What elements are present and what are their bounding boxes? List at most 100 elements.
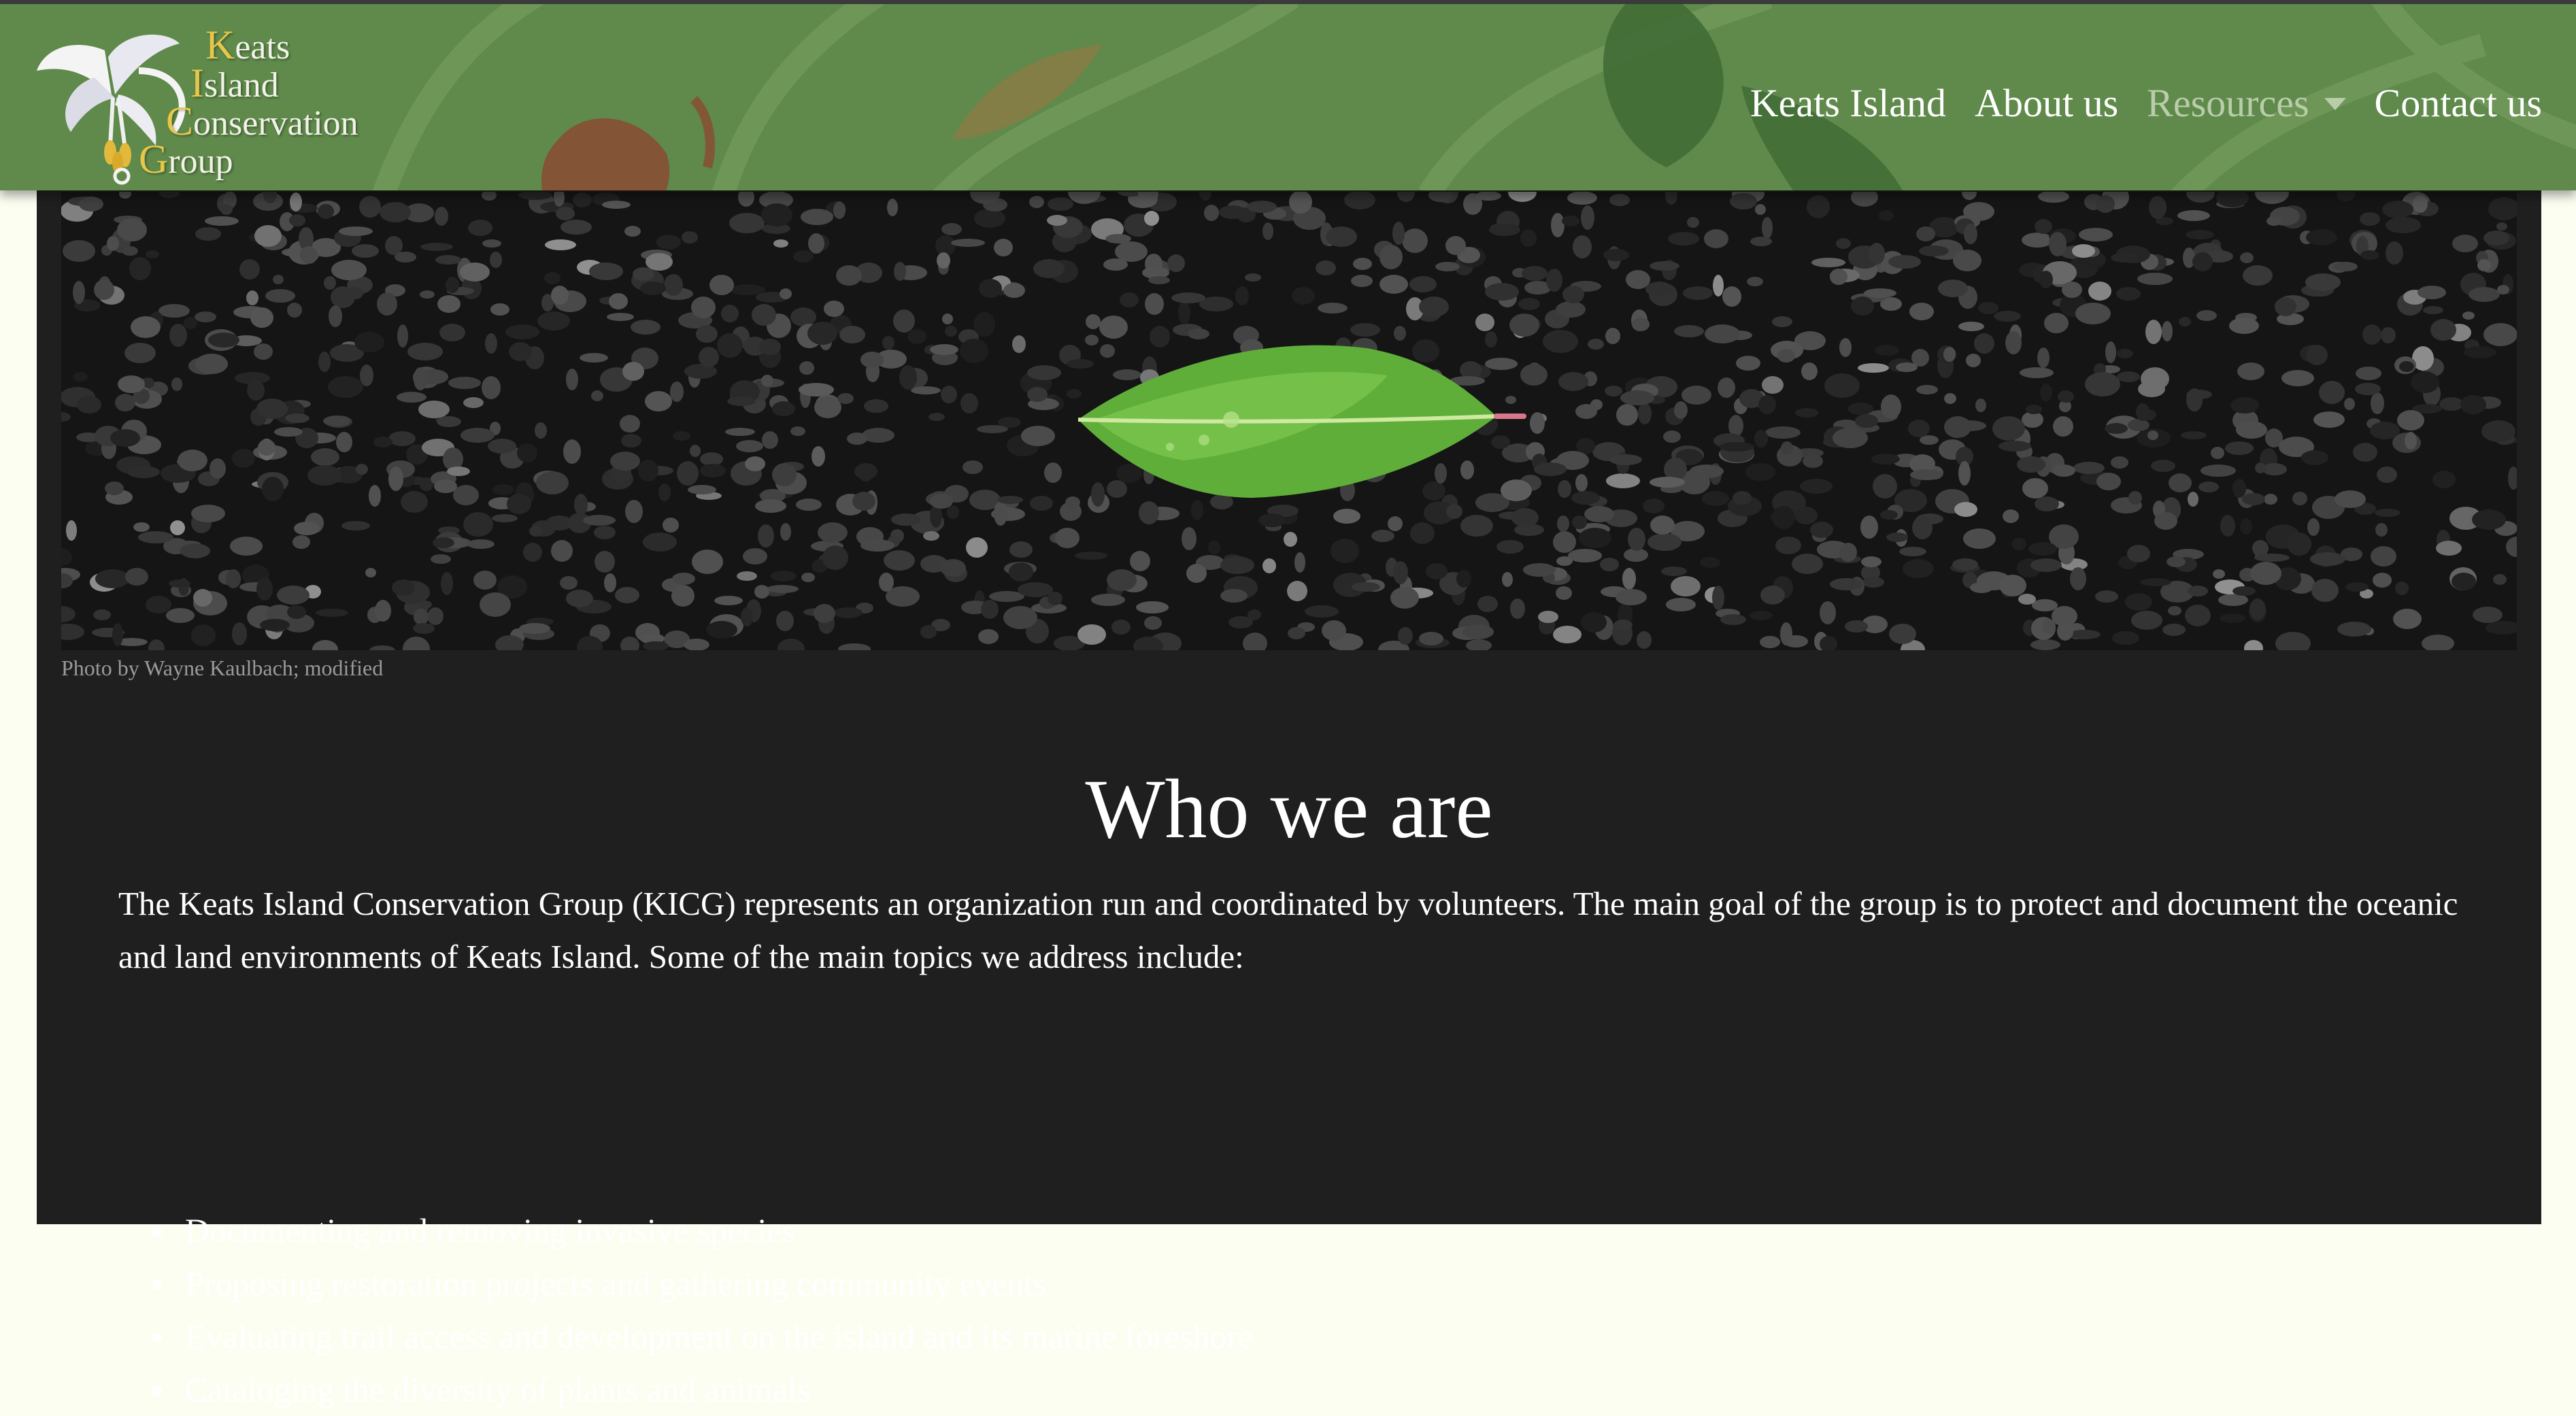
pebble [1663,431,1681,443]
pebble [727,397,756,406]
pebble [1575,404,1597,419]
pebble [2057,622,2073,641]
pebble [79,197,103,212]
pebble [2035,219,2052,234]
pebble [2117,371,2140,382]
pebble [2232,586,2256,596]
pebble [638,460,658,482]
pebble [1772,316,1792,327]
pebble [1009,562,1033,581]
pebble [2395,581,2409,595]
pebble [482,239,501,248]
pebble [205,216,239,226]
pebble [730,284,765,295]
pebble [158,304,190,318]
pebble [537,311,570,331]
pebble [1379,245,1403,269]
nav-link-about-us[interactable]: About us [1975,80,2118,126]
pebble [129,257,151,280]
pebble [1456,570,1471,588]
pebble [1736,356,1760,371]
pebble [1661,567,1687,576]
nav-dropdown-resources[interactable]: Resources [2147,80,2346,126]
pebble [1912,516,1933,539]
pebble [2249,599,2266,620]
pebble [1518,298,1540,310]
pebble [1616,404,1638,426]
pebble [1800,479,1833,494]
pebble [1650,261,1679,271]
pebble [2105,423,2128,434]
pebble [1379,275,1408,294]
list-item: Proposing restoration projects and gathe… [118,1257,2431,1310]
pebble [1637,631,1652,649]
pebble [467,539,495,549]
pebble [1352,582,1380,592]
pebble [2243,265,2273,286]
pebble [2353,443,2377,462]
pebble [1460,460,1474,479]
pebble [2370,422,2400,439]
pebble [1538,611,1558,623]
pebble [439,324,465,341]
nav-link-contact-us[interactable]: Contact us [2375,80,2542,126]
pebble [2030,639,2060,650]
pebble [434,479,457,493]
pebble [966,537,988,558]
pebble [2111,253,2138,263]
pebble [2137,273,2173,285]
pebble [1643,499,1665,513]
pebble [413,623,435,634]
pebble [1581,205,1594,230]
pebble [812,446,825,467]
pebble [1148,276,1170,284]
pebble [184,317,197,329]
pebble [1765,426,1801,439]
pebble [1896,363,1918,372]
pebble [2147,431,2158,440]
pebble [1186,564,1207,583]
pebble [2196,310,2217,321]
pebble [923,531,939,541]
pebble [2377,467,2397,483]
pebble [461,428,495,443]
pebble [2116,287,2141,301]
pebble [285,414,310,423]
pebble [780,523,791,541]
nav-link-keats-island[interactable]: Keats Island [1750,80,1946,126]
pebble [2464,346,2496,358]
pebble [485,333,497,354]
pebble [529,526,543,537]
pebble [1792,554,1823,574]
pebble [191,624,216,646]
pebble [2220,613,2245,623]
pebble [2220,515,2235,537]
pebble [1145,293,1164,315]
pebble [388,431,416,446]
pebble [292,535,310,549]
pebble [1875,345,1899,356]
pebble [1562,286,1584,303]
pebble [773,239,788,248]
pebble [1419,632,1443,645]
pebble [974,209,1005,228]
pebble [594,526,616,539]
pebble [1144,616,1162,630]
pebble [2460,395,2486,414]
pebble [2168,606,2181,616]
pebble [1966,354,1981,367]
pebble [1584,506,1614,522]
pebble [447,467,470,476]
pebble [2230,397,2259,414]
pebble [1999,575,2026,596]
pebble [1107,480,1127,498]
pebble [1294,552,1305,573]
pebble [178,450,207,471]
pebble [166,608,195,623]
pebble [544,272,561,284]
pebble [1807,195,1830,218]
pebble [210,458,226,479]
pebble [1522,266,1548,281]
site-logo[interactable]: Keats Island Conservation Group [30,23,384,185]
pebble [397,392,426,403]
